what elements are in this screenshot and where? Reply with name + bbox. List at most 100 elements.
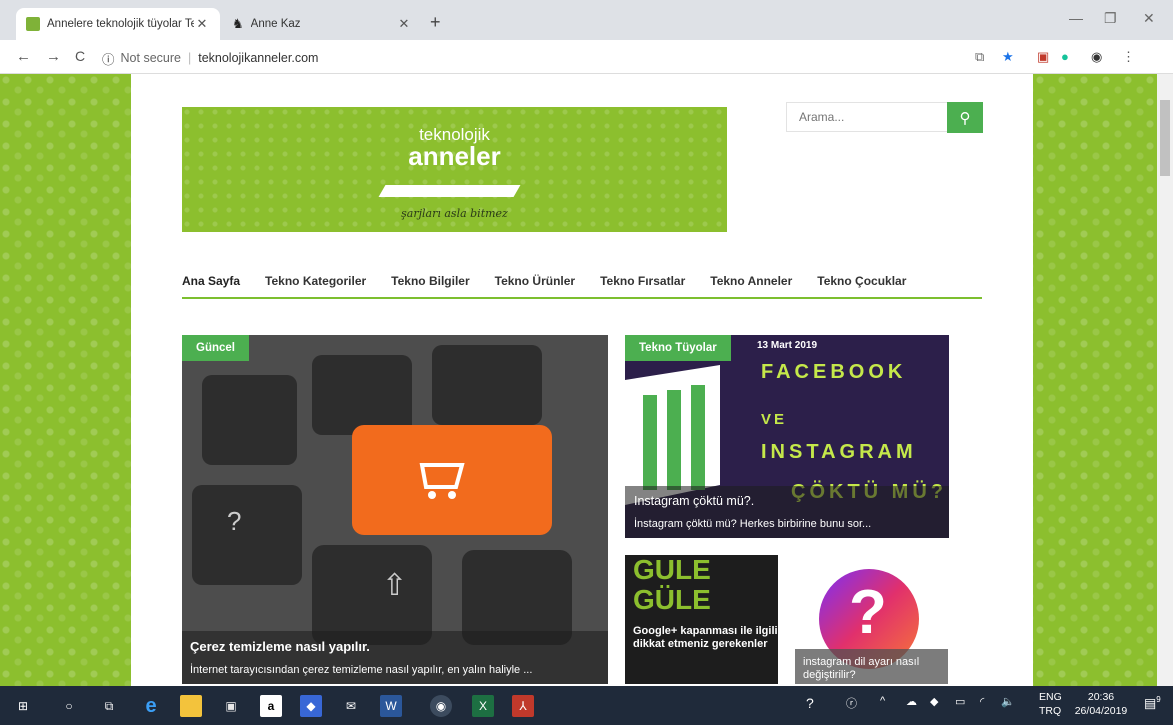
poster-gule1: GULE — [633, 555, 711, 585]
edge-icon[interactable]: e — [140, 695, 162, 717]
poster-gule2: GÜLE — [633, 584, 711, 615]
tab-anne-kaz[interactable]: ♞ Anne Kaz ✕ — [222, 8, 422, 40]
tab-strip: Annelere teknolojik tüyolar Tekno... ✕ ♞… — [0, 0, 1173, 40]
page-scrollbar[interactable] — [1157, 74, 1173, 686]
close-window-button[interactable]: ✕ — [1143, 10, 1155, 27]
file-explorer-icon[interactable] — [180, 695, 202, 717]
back-button[interactable]: ← — [16, 48, 31, 65]
notification-count: 9 — [1156, 695, 1161, 704]
url-text[interactable]: teknolojikanneler.com — [198, 51, 318, 65]
post-title[interactable]: Google+ kapanması ile ilgili dikkat etme… — [633, 625, 778, 651]
poster-line2: VE — [761, 411, 788, 428]
category-badge[interactable]: Güncel — [182, 335, 249, 361]
menu-item-ana-sayfa[interactable]: Ana Sayfa — [182, 274, 240, 288]
tray-expand-icon[interactable]: ^ — [880, 695, 885, 707]
clock[interactable]: 20:36 26/04/2019 — [1070, 690, 1132, 718]
windows-start-icon[interactable]: ⊞ — [12, 695, 34, 717]
logo-line2: anneler — [408, 141, 501, 171]
svg-text:⇧: ⇧ — [382, 569, 407, 602]
windows-taskbar: ⊞ ○ ⧉ e ▣ a ◆ ✉ W ◉ X ⅄ ? ⓡ ^ ☁ ◆ ▭ ◜ 🔈 … — [0, 686, 1173, 725]
clock-time: 20:36 — [1087, 691, 1115, 703]
question-mark-icon: ? — [849, 578, 887, 647]
excel-icon[interactable]: X — [472, 695, 494, 717]
lang-line1: ENG — [1039, 691, 1062, 703]
post-title[interactable]: instagram dil ayarı nasıl değiştirilir? — [795, 649, 948, 684]
search-icon[interactable]: ○ — [58, 695, 80, 717]
post-card-instagram-language[interactable]: ? instagram dil ayarı nasıl değiştirilir… — [795, 555, 948, 684]
reload-button[interactable]: C — [75, 48, 85, 64]
chrome-icon[interactable]: ◉ — [430, 695, 452, 717]
notifications-icon[interactable]: ▤9 — [1144, 695, 1161, 711]
search-input[interactable] — [799, 103, 954, 131]
post-date: 13 Mart 2019 — [757, 340, 818, 351]
people-icon[interactable]: ⓡ — [846, 695, 857, 711]
svg-text:?: ? — [227, 506, 241, 536]
anne-kaz-favicon-icon: ♞ — [232, 16, 244, 31]
page-background: teknolojik anneler şarjları asla bitmez … — [0, 74, 1157, 686]
security-label: Not secure — [120, 51, 181, 65]
profile-icon[interactable]: ◉ — [1091, 49, 1102, 65]
grammarly-icon[interactable]: ● — [1061, 49, 1069, 64]
amazon-icon[interactable]: a — [260, 695, 282, 717]
menu-item-tekno-kategoriler[interactable]: Tekno Kategoriler — [265, 274, 366, 288]
address-bar: ← → C ⓘ Not secure | teknolojikanneler.c… — [0, 40, 1173, 74]
wifi-icon[interactable]: ◜ — [980, 695, 984, 708]
menu-item-tekno-firsatlar[interactable]: Tekno Fırsatlar — [600, 274, 685, 288]
clock-date: 26/04/2019 — [1074, 705, 1128, 717]
search-icon: ⚲ — [959, 109, 971, 127]
site-logo[interactable]: teknolojik anneler şarjları asla bitmez — [182, 107, 727, 232]
menu-item-tekno-bilgiler[interactable]: Tekno Bilgiler — [391, 274, 469, 288]
tab-teknolojik-anneler[interactable]: Annelere teknolojik tüyolar Tekno... ✕ — [16, 8, 220, 40]
post-title[interactable]: Çerez temizleme nasıl yapılır. — [190, 639, 600, 654]
menu-kebab-icon[interactable]: ⋮ — [1122, 49, 1135, 65]
battery-icon[interactable]: ▭ — [955, 695, 965, 708]
tab-title: Anne Kaz — [250, 18, 301, 30]
tab-title: Annelere teknolojik tüyolar Tekno... — [47, 18, 194, 30]
menu-item-tekno-anneler[interactable]: Tekno Anneler — [710, 274, 792, 288]
post-summary: İnstagram çöktü mü? Herkes birbirine bun… — [634, 518, 872, 530]
language-indicator[interactable]: ENG TRQ — [1039, 690, 1062, 718]
menu-item-tekno-urunler[interactable]: Tekno Ürünler — [495, 274, 575, 288]
extension-pdf-icon[interactable]: ▣ — [1037, 49, 1049, 65]
new-tab-button[interactable]: + — [430, 12, 441, 33]
main-menu: Ana Sayfa Tekno Kategoriler Tekno Bilgil… — [182, 264, 982, 299]
tab-close-icon[interactable]: ✕ — [396, 16, 412, 32]
dropbox-icon[interactable]: ◆ — [300, 695, 322, 717]
poster-line3: INSTAGRAM — [761, 441, 917, 463]
restore-button[interactable]: ❐ — [1104, 10, 1117, 27]
scrollbar-thumb[interactable] — [1160, 100, 1170, 176]
url-separator: | — [187, 51, 192, 65]
rolling-pin-icon — [378, 185, 521, 197]
post-caption: Instagram çöktü mü?. İnstagram çöktü mü?… — [625, 486, 949, 538]
dropbox-tray-icon[interactable]: ◆ — [930, 695, 938, 708]
post-card-instagram-down[interactable]: 13 Mart 2019 FACEBOOK VE INSTAGRAM ÇÖKTÜ… — [625, 335, 949, 538]
translate-icon[interactable]: ⧉ — [975, 49, 984, 65]
info-icon[interactable]: ⓘ — [102, 49, 115, 68]
featured-post-card[interactable]: ? ⇧ Güncel Çerez temizleme nasıl yapılır… — [182, 335, 608, 684]
logo-tagline: şarjları asla bitmez — [401, 207, 508, 220]
menu-item-tekno-cocuklar[interactable]: Tekno Çocuklar — [817, 274, 906, 288]
content-area: teknolojik anneler şarjları asla bitmez … — [131, 74, 1033, 686]
post-title[interactable]: Instagram çöktü mü?. — [634, 494, 940, 508]
task-view-icon[interactable]: ⧉ — [98, 695, 120, 717]
omnibox[interactable]: ⓘ Not secure | teknolojikanneler.com — [102, 46, 967, 70]
store-icon[interactable]: ▣ — [220, 695, 242, 717]
tab-close-icon[interactable]: ✕ — [194, 16, 210, 32]
bookmark-star-icon[interactable]: ★ — [1002, 49, 1014, 65]
word-icon[interactable]: W — [380, 695, 402, 717]
lang-line2: TRQ — [1039, 705, 1062, 717]
poster-line1: FACEBOOK — [761, 361, 907, 383]
search-button[interactable]: ⚲ — [947, 102, 983, 133]
forward-button[interactable]: → — [46, 48, 61, 65]
acrobat-icon[interactable]: ⅄ — [512, 695, 534, 717]
volume-icon[interactable]: 🔈 — [1001, 695, 1015, 708]
post-card-google-plus[interactable]: GULE GÜLE Google+ kapanması ile ilgili d… — [625, 555, 778, 684]
search-box: ⚲ — [786, 102, 983, 133]
onedrive-icon[interactable]: ☁ — [906, 695, 917, 708]
minimize-button[interactable]: — — [1069, 10, 1083, 26]
post-caption: Çerez temizleme nasıl yapılır. İnternet … — [182, 631, 608, 684]
site-favicon-icon — [26, 17, 40, 31]
category-badge[interactable]: Tekno Tüyolar — [625, 335, 731, 361]
mail-icon[interactable]: ✉ — [340, 695, 362, 717]
help-icon[interactable]: ? — [806, 695, 814, 711]
